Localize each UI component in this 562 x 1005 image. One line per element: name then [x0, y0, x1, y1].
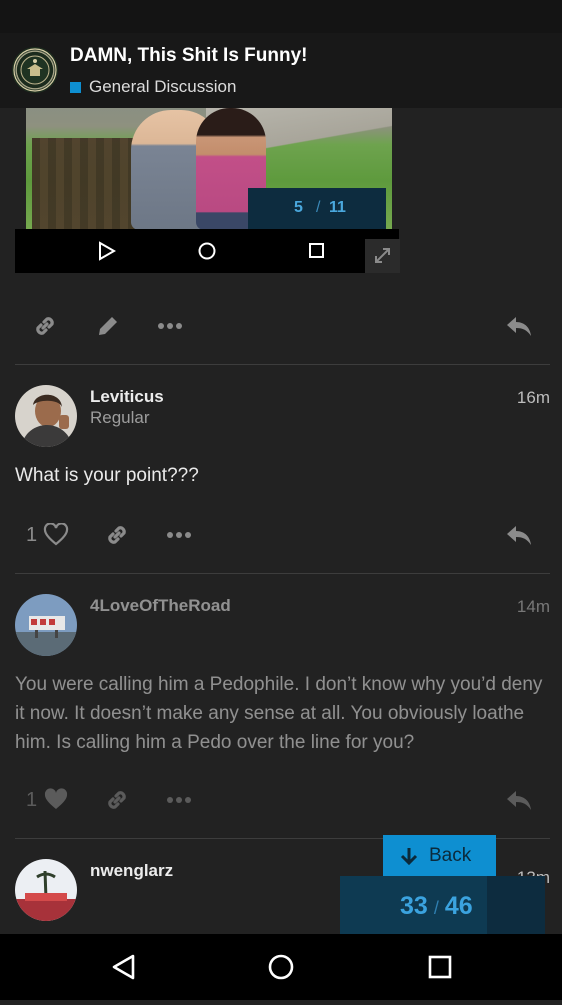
- topic-header: DAMN, This Shit Is Funny! General Discus…: [0, 33, 562, 108]
- category-label: General Discussion: [89, 77, 237, 96]
- username[interactable]: nwenglarz: [90, 861, 173, 881]
- reply-icon: [507, 526, 531, 545]
- link-icon: [36, 317, 54, 335]
- image-counter: 5 / 11: [248, 188, 386, 230]
- post-actions: 1: [15, 780, 550, 820]
- link-button[interactable]: [103, 515, 131, 555]
- expand-icon: [375, 248, 390, 263]
- more-button[interactable]: [166, 515, 192, 555]
- expand-image-button[interactable]: [365, 239, 400, 273]
- like-count: 1: [26, 788, 38, 811]
- image-counter-sep: /: [316, 199, 321, 216]
- square-recents-icon: [428, 955, 452, 979]
- like-button[interactable]: 1: [26, 515, 69, 555]
- avatar[interactable]: [15, 594, 77, 656]
- progress-separator: /: [433, 898, 439, 918]
- edit-button[interactable]: [94, 306, 122, 346]
- username[interactable]: 4LoveOfTheRoad: [90, 596, 231, 616]
- post-body: You were calling him a Pedophile. I don’…: [15, 674, 543, 753]
- post-divider: [15, 573, 550, 574]
- more-icon: [158, 323, 182, 329]
- post-time[interactable]: 14m: [517, 597, 550, 617]
- post-body: What is your point???: [15, 465, 199, 486]
- post-actions: 1: [15, 515, 550, 555]
- topic-title[interactable]: DAMN, This Shit Is Funny!: [70, 45, 308, 67]
- category-color-square: [70, 81, 81, 93]
- embedded-nav-bar: [15, 229, 399, 273]
- reply-button[interactable]: [505, 780, 533, 820]
- category-badge[interactable]: General Discussion: [70, 77, 236, 97]
- more-button[interactable]: [166, 780, 192, 820]
- site-logo[interactable]: [12, 47, 58, 93]
- photo-bench: [32, 138, 142, 230]
- more-icon: [167, 532, 191, 538]
- avatar[interactable]: [15, 859, 77, 921]
- progress-total: 46: [444, 892, 473, 920]
- post-time[interactable]: 16m: [517, 388, 550, 408]
- heart-icon: [44, 523, 69, 546]
- back-button[interactable]: Back: [383, 835, 496, 877]
- heart-icon: [45, 788, 68, 809]
- reply-button[interactable]: [505, 306, 533, 346]
- back-label: Back: [429, 845, 472, 866]
- embedded-home-icon: [198, 242, 216, 260]
- reply-icon: [507, 791, 531, 810]
- embedded-back-icon: [99, 241, 117, 261]
- link-button[interactable]: [31, 306, 59, 346]
- arrow-down-icon: [400, 848, 418, 866]
- reply-button[interactable]: [505, 515, 533, 555]
- username[interactable]: Leviticus: [90, 387, 164, 407]
- status-bar: [0, 0, 562, 33]
- link-icon: [108, 526, 126, 544]
- more-button[interactable]: [157, 306, 183, 346]
- pencil-icon: [99, 317, 117, 335]
- image-counter-current: 5: [294, 199, 303, 216]
- avatar[interactable]: [15, 385, 77, 447]
- system-nav-bar: [0, 934, 562, 1000]
- triangle-back-icon: [112, 954, 135, 980]
- post-divider: [15, 364, 550, 365]
- link-icon: [108, 791, 126, 809]
- progress-current: 33: [400, 892, 428, 920]
- like-count: 1: [26, 523, 38, 546]
- topic-progress[interactable]: 33/46: [340, 876, 545, 934]
- like-button[interactable]: 1: [26, 780, 69, 820]
- circle-home-icon: [268, 954, 294, 980]
- user-title: Regular: [90, 408, 150, 427]
- embedded-recents-icon: [309, 243, 324, 258]
- progress-text: 33/46: [400, 892, 473, 921]
- more-icon: [167, 797, 191, 803]
- reply-icon: [507, 317, 531, 336]
- image-counter-total: 11: [329, 199, 346, 216]
- link-button[interactable]: [103, 780, 131, 820]
- post-actions: [15, 306, 550, 346]
